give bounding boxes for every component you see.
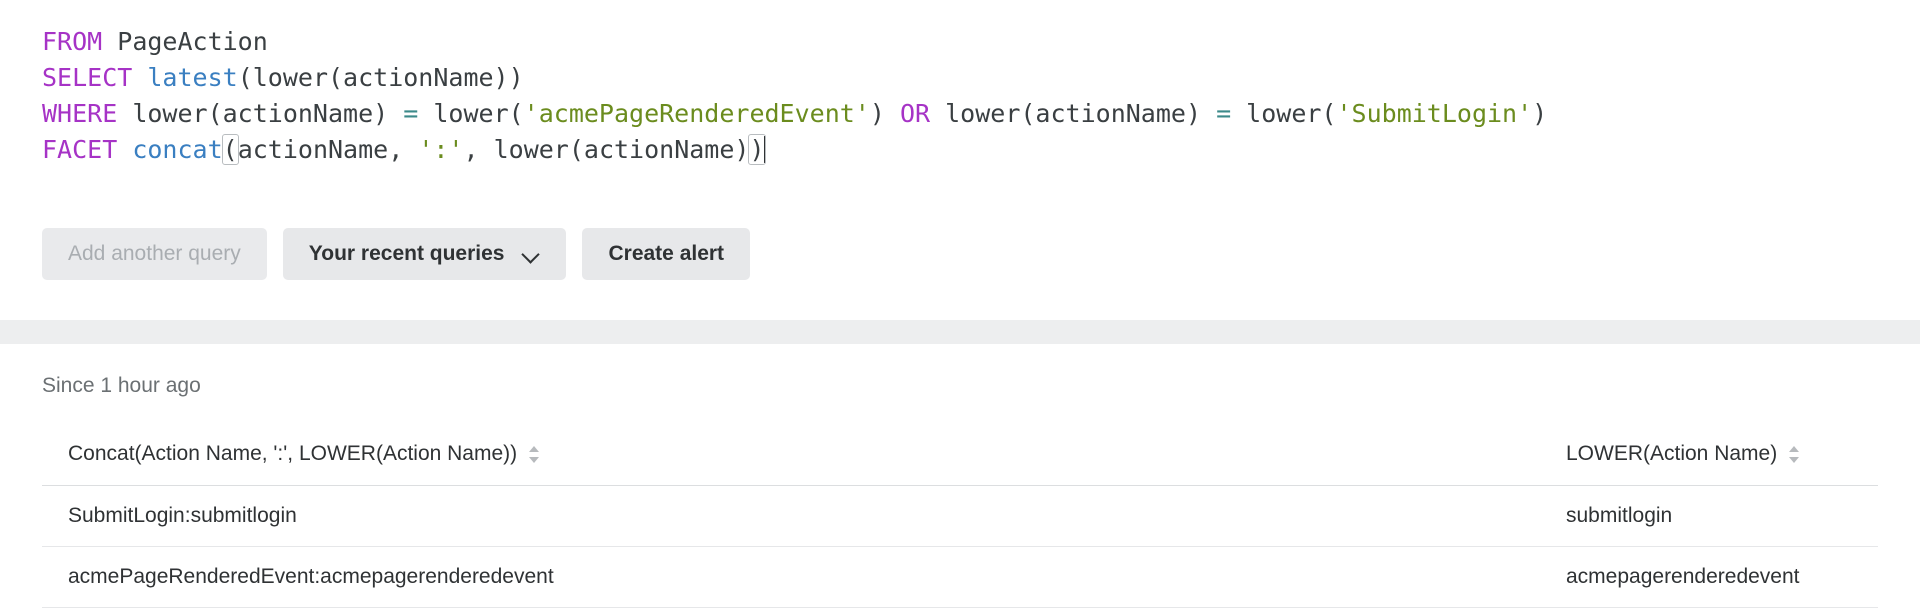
query-token: FROM [42,27,102,56]
column-header-value[interactable]: LOWER(Action Name) [1540,424,1878,485]
query-token: ) [749,135,764,164]
query-token: latest [147,63,237,92]
card-divider [0,320,1920,344]
sort-icon[interactable] [1789,444,1800,465]
query-token: lower(actionName) [117,99,403,128]
query-token: concat [132,135,222,164]
query-token: 'SubmitLogin' [1336,99,1532,128]
results-table: Concat(Action Name, ':', LOWER(Action Na… [42,424,1878,608]
query-toolbar: Add another query Your recent queries Cr… [42,228,750,280]
query-line-2: SELECT latest(lower(actionName)) [42,60,1910,96]
nrql-query-page: FROM PageActionSELECT latest(lower(actio… [0,0,1920,611]
recent-queries-label: Your recent queries [309,242,505,266]
query-token: = [1216,99,1231,128]
query-token: lower( [418,99,523,128]
cell-facet: acmePageRenderedEvent:acmepagerenderedev… [42,546,1540,607]
nrql-query-input[interactable]: FROM PageActionSELECT latest(lower(actio… [42,24,1910,168]
query-line-3: WHERE lower(actionName) = lower('acmePag… [42,96,1910,132]
query-token: FACET [42,135,117,164]
query-token: PageAction [102,27,268,56]
query-token: , lower(actionName) [463,135,749,164]
query-token: ( [223,135,238,164]
query-token: ) [1532,99,1547,128]
create-alert-button[interactable]: Create alert [582,228,750,280]
query-editor-card: FROM PageActionSELECT latest(lower(actio… [0,0,1920,320]
query-token [117,135,132,164]
column-header-value-label: LOWER(Action Name) [1566,442,1777,466]
query-token: WHERE [42,99,117,128]
query-token: actionName, [238,135,419,164]
query-token: lower(actionName) [930,99,1216,128]
table-row[interactable]: acmePageRenderedEvent:acmepagerenderedev… [42,546,1878,607]
query-token: 'acmePageRenderedEvent' [524,99,870,128]
table-header-row: Concat(Action Name, ':', LOWER(Action Na… [42,424,1878,485]
recent-queries-button[interactable]: Your recent queries [283,228,567,280]
query-token: ) [870,99,900,128]
cell-value: submitlogin [1540,485,1878,546]
query-token: SELECT [42,63,132,92]
query-line-4: FACET concat(actionName, ':', lower(acti… [42,132,1910,168]
create-alert-label: Create alert [608,242,724,266]
add-another-query-button[interactable]: Add another query [42,228,267,280]
text-caret [764,136,765,163]
query-token: lower( [1231,99,1336,128]
query-token: OR [900,99,930,128]
sort-icon[interactable] [529,444,540,465]
results-card: Since 1 hour ago Concat(Action Name, ':'… [0,344,1920,611]
column-header-facet-label: Concat(Action Name, ':', LOWER(Action Na… [68,442,517,466]
chevron-down-icon [522,245,540,263]
query-token: = [403,99,418,128]
query-token: ':' [418,135,463,164]
query-token [132,63,147,92]
table-row[interactable]: SubmitLogin:submitloginsubmitlogin [42,485,1878,546]
query-line-1: FROM PageAction [42,24,1910,60]
cell-value: acmepagerenderedevent [1540,546,1878,607]
query-token: (lower(actionName)) [238,63,524,92]
time-range-label: Since 1 hour ago [42,374,201,398]
cell-facet: SubmitLogin:submitlogin [42,485,1540,546]
column-header-facet[interactable]: Concat(Action Name, ':', LOWER(Action Na… [42,424,1540,485]
add-another-query-label: Add another query [68,242,241,266]
